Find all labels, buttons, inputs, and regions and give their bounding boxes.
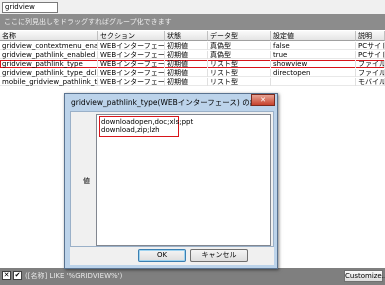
filter-enabled-checkbox[interactable]: ✔ [13, 271, 22, 280]
cell-datatype: 真偽型 [208, 51, 271, 59]
cell-name: gridview_pathlink_type_dclick [2, 69, 98, 77]
column-header-section[interactable]: セクション [98, 31, 165, 41]
cell-value: directopen [271, 69, 356, 77]
cell-value: false [271, 42, 356, 50]
dialog-title: gridview_pathlink_type(WEBインターフェース) の設定 [71, 98, 265, 107]
table-row-selected[interactable]: gridview_pathlink_type WEBインターフェース 初期値 リ… [0, 60, 385, 68]
cell-state: 初期値 [165, 51, 208, 59]
cell-value [271, 78, 356, 86]
cell-section: WEBインターフェース [100, 42, 165, 50]
cell-datatype: 真偽型 [208, 42, 271, 50]
cell-state: 初期値 [165, 69, 208, 77]
cell-section: WEBインターフェース [100, 69, 165, 77]
column-header-datatype[interactable]: データ型 [208, 31, 271, 41]
cancel-button[interactable]: キャンセル [190, 249, 248, 262]
cell-description: PCサイト [356, 51, 385, 59]
close-icon[interactable]: ✕ [251, 94, 275, 106]
cell-datatype: リスト型 [208, 78, 271, 86]
dialog-footer: OK キャンセル [70, 247, 274, 265]
cell-section: WEBインターフェース [100, 60, 165, 68]
filter-input[interactable]: gridview [2, 2, 58, 13]
cell-datatype: リスト型 [208, 69, 271, 77]
cell-section: WEBインターフェース [100, 51, 165, 59]
column-header-name[interactable]: 名称 [0, 31, 98, 41]
cell-name: mobile_gridview_pathlink_type [2, 78, 98, 86]
filter-status-bar: ✕ ✔ ([名称] LIKE '%GRIDVIEW%') Customize..… [0, 268, 385, 285]
cell-section: WEBインターフェース [100, 78, 165, 86]
cell-description: モバイルペ [356, 78, 385, 86]
setting-dialog: gridview_pathlink_type(WEBインターフェース) の設定 … [64, 93, 278, 269]
filter-expression: ([名称] LIKE '%GRIDVIEW%') [25, 272, 123, 280]
table-row[interactable]: gridview_pathlink_enabled WEBインターフェース 初期… [0, 51, 385, 59]
cell-description: ファイル一 [356, 60, 385, 68]
value-text[interactable]: downloadopen,doc;xls;ppt download,zip;lz… [99, 116, 193, 137]
dialog-body: 値 downloadopen,doc;xls;ppt download,zip;… [70, 111, 274, 247]
column-header-state[interactable]: 状態 [165, 31, 208, 41]
clear-filter-icon[interactable]: ✕ [2, 271, 11, 280]
cell-name: gridview_contextmenu_enabled [2, 42, 98, 50]
value-textarea[interactable]: downloadopen,doc;xls;ppt download,zip;lz… [96, 114, 271, 246]
cell-value: showview [271, 60, 356, 68]
cell-description: PCサイト [356, 42, 385, 50]
cell-datatype: リスト型 [208, 60, 271, 68]
cell-description: ファイル一 [356, 69, 385, 77]
cell-state: 初期値 [165, 60, 208, 68]
table-row[interactable]: gridview_pathlink_type_dclick WEBインターフェー… [0, 69, 385, 77]
group-panel[interactable]: ここに列見出しをドラッグすればグループ化できます [0, 14, 385, 30]
table-row[interactable]: mobile_gridview_pathlink_type WEBインターフェー… [0, 78, 385, 86]
ok-button[interactable]: OK [138, 249, 186, 262]
filter-bar: gridview [0, 0, 385, 14]
cell-name: gridview_pathlink_enabled [0, 51, 98, 59]
customize-button[interactable]: Customize... [344, 270, 385, 282]
cell-name: gridview_pathlink_type [0, 60, 98, 68]
value-label: 値 [83, 177, 90, 185]
column-header-value[interactable]: 設定値 [271, 31, 356, 41]
table-row[interactable]: gridview_contextmenu_enabled WEBインターフェース… [0, 42, 385, 50]
cell-state: 初期値 [165, 42, 208, 50]
column-header-description[interactable]: 説明 [356, 31, 385, 41]
cell-value: true [271, 51, 356, 59]
cell-state: 初期値 [165, 78, 208, 86]
